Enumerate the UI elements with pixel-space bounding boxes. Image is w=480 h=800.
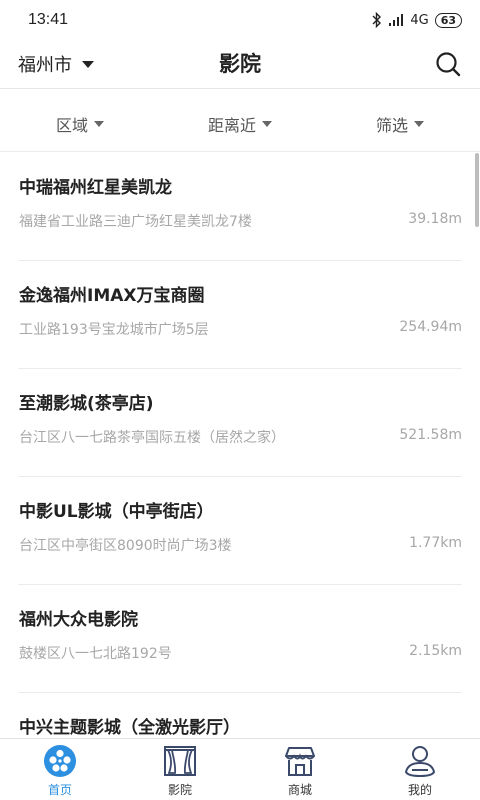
cinema-row[interactable]: 金逸福州IMAX万宝商圈 工业路193号宝龙城市广场5层 254.94m <box>18 261 462 369</box>
cinema-name: 中兴主题影城（全激光影厅） <box>19 718 240 738</box>
tab-home[interactable]: 首页 <box>0 739 120 800</box>
status-bar: 13:41 4G 63 <box>0 0 480 40</box>
film-reel-icon <box>44 745 76 777</box>
cinema-row[interactable]: 中瑞福州红星美凯龙 福建省工业路三迪广场红星美凯龙7楼 39.18m <box>18 153 462 261</box>
signal-icon <box>389 14 404 26</box>
tab-cinema[interactable]: 影院 <box>120 739 240 800</box>
tab-label: 首页 <box>47 783 72 797</box>
cinema-distance: 521.58m <box>399 427 462 443</box>
user-icon <box>404 746 436 778</box>
filter-more[interactable]: 筛选 <box>320 89 480 151</box>
cinema-name: 至潮影城(茶亭店) <box>19 394 154 414</box>
filter-area[interactable]: 区域 <box>0 89 160 151</box>
tab-label: 影院 <box>167 783 192 797</box>
cinema-row[interactable]: 中影UL影城（中亭街店） 台江区中亭街区8090时尚广场3楼 1.77km <box>18 477 462 585</box>
cinema-distance: 1.77km <box>409 535 462 551</box>
tab-shop[interactable]: 商城 <box>240 739 360 800</box>
caret-down-icon <box>94 121 104 127</box>
status-indicators: 4G 63 <box>372 12 462 28</box>
header: 福州市 影院 <box>0 40 480 88</box>
cinema-address: 鼓楼区八一七北路192号 <box>19 646 172 662</box>
cinema-address: 工业路193号宝龙城市广场5层 <box>19 322 209 338</box>
cinema-name: 福州大众电影院 <box>19 610 138 630</box>
cinema-name: 中影UL影城（中亭街店） <box>19 502 214 522</box>
filter-label: 区域 <box>55 116 88 135</box>
bottom-tab-bar: 首页 影院 商城 我的 <box>0 738 480 800</box>
caret-down-icon <box>262 121 272 127</box>
shop-icon <box>285 747 315 776</box>
tab-mine[interactable]: 我的 <box>360 739 480 800</box>
caret-down-icon <box>82 60 94 68</box>
cinema-row[interactable]: 中兴主题影城（全激光影厅） <box>18 693 462 738</box>
cinema-row[interactable]: 至潮影城(茶亭店) 台江区八一七路茶亭国际五楼（居然之家） 521.58m <box>18 369 462 477</box>
cinema-list[interactable]: 中瑞福州红星美凯龙 福建省工业路三迪广场红星美凯龙7楼 39.18m 金逸福州I… <box>0 153 480 738</box>
battery-indicator: 63 <box>434 12 462 28</box>
cinema-distance: 254.94m <box>399 319 462 335</box>
city-selector[interactable]: 福州市 <box>18 40 94 88</box>
scrollbar[interactable] <box>475 153 479 227</box>
cinema-address: 台江区中亭街区8090时尚广场3楼 <box>19 538 232 554</box>
filter-distance[interactable]: 距离近 <box>160 89 320 151</box>
tab-label: 商城 <box>287 783 312 797</box>
filter-label: 距离近 <box>207 116 256 135</box>
cinema-name: 金逸福州IMAX万宝商圈 <box>19 286 205 306</box>
cinema-name: 中瑞福州红星美凯龙 <box>19 178 172 198</box>
city-label: 福州市 <box>18 55 72 76</box>
bluetooth-icon <box>372 12 382 28</box>
cinema-address: 福建省工业路三迪广场红星美凯龙7楼 <box>19 214 252 230</box>
cinema-curtain-icon <box>164 746 196 776</box>
cinema-distance: 2.15km <box>409 643 462 659</box>
caret-down-icon <box>414 121 424 127</box>
filter-bar: 区域 距离近 筛选 <box>0 88 480 152</box>
search-icon[interactable] <box>434 50 462 78</box>
cinema-row[interactable]: 福州大众电影院 鼓楼区八一七北路192号 2.15km <box>18 585 462 693</box>
status-time: 13:41 <box>28 11 69 28</box>
cinema-distance: 39.18m <box>408 211 462 227</box>
tab-label: 我的 <box>407 783 432 797</box>
filter-label: 筛选 <box>375 116 408 135</box>
network-type: 4G <box>410 12 429 28</box>
cinema-address: 台江区八一七路茶亭国际五楼（居然之家） <box>19 430 285 446</box>
